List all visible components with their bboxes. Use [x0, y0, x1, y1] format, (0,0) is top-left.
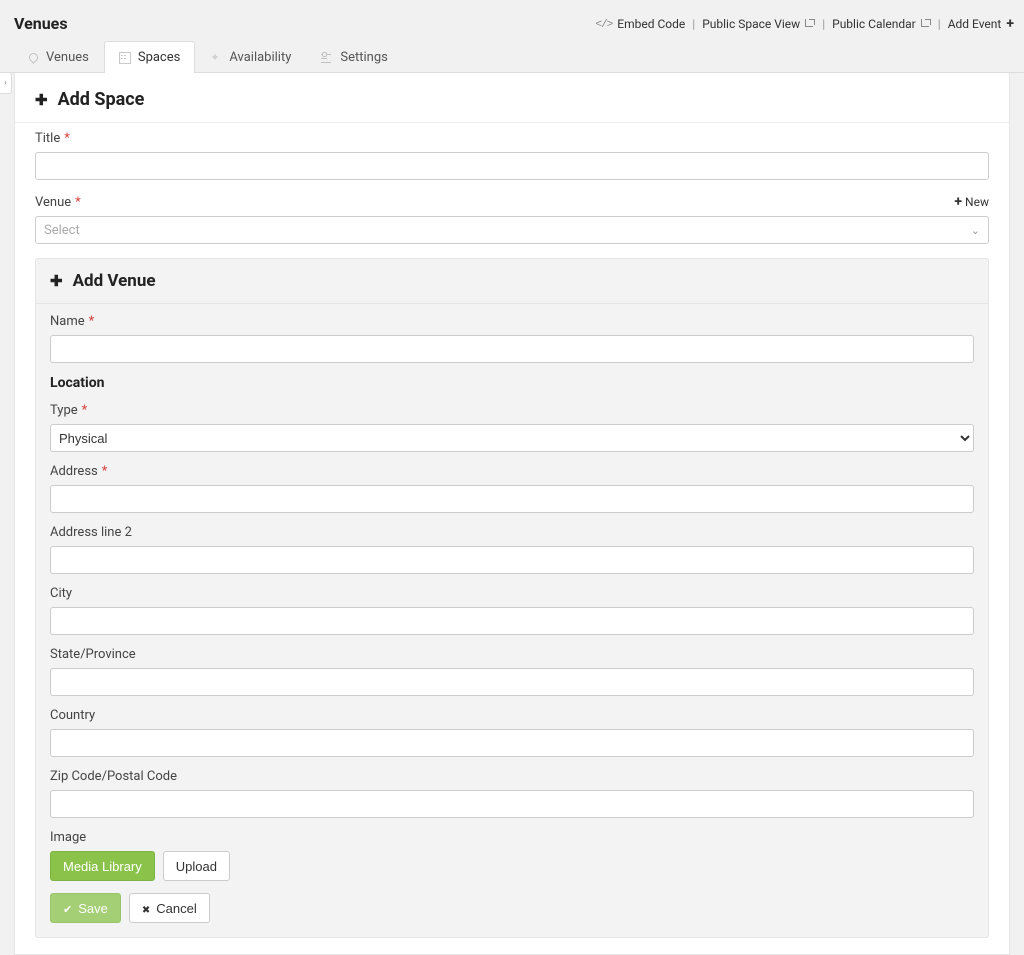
header-actions: Embed Code | Public Space View | Public … — [595, 16, 1014, 31]
required-mark: * — [102, 464, 108, 479]
tab-venues[interactable]: Venues — [12, 41, 104, 73]
public-space-label: Public Space View — [702, 17, 800, 31]
cancel-button[interactable]: Cancel — [129, 893, 210, 923]
required-mark: * — [82, 403, 88, 418]
settings-icon — [321, 52, 333, 64]
address2-label: Address line 2 — [50, 525, 974, 540]
state-label-text: State/Province — [50, 647, 136, 662]
zip-label: Zip Code/Postal Code — [50, 769, 974, 784]
building-icon — [119, 52, 131, 64]
add-space-card: Add Space Title * Venue * New — [14, 73, 1010, 955]
save-button[interactable]: Save — [50, 893, 121, 923]
tab-settings[interactable]: Settings — [306, 41, 402, 73]
zip-label-text: Zip Code/Postal Code — [50, 769, 177, 784]
venue-label-text: Venue — [35, 195, 71, 210]
add-venue-panel: Add Venue Name * Location Type * — [35, 258, 989, 938]
title-label: Title * — [35, 131, 989, 146]
add-event-link[interactable]: Add Event — [948, 17, 1014, 31]
tab-label: Availability — [229, 50, 291, 65]
address2-input[interactable] — [50, 546, 974, 574]
new-label: New — [965, 195, 989, 209]
title-input[interactable] — [35, 152, 989, 180]
city-label: City — [50, 586, 974, 601]
country-input[interactable] — [50, 729, 974, 757]
tab-label: Venues — [46, 50, 89, 65]
tab-label: Spaces — [138, 50, 181, 65]
zip-input[interactable] — [50, 790, 974, 818]
plus-icon — [35, 89, 48, 110]
title-label-text: Title — [35, 131, 60, 146]
add-venue-heading: Add Venue — [36, 259, 988, 304]
public-space-view-link[interactable]: Public Space View — [702, 17, 815, 31]
add-space-heading: Add Space — [15, 77, 1009, 123]
address2-label-text: Address line 2 — [50, 525, 132, 540]
tab-availability[interactable]: Availability — [195, 41, 306, 73]
availability-icon — [210, 52, 222, 64]
external-link-icon — [921, 19, 931, 29]
address-input[interactable] — [50, 485, 974, 513]
pin-icon — [27, 52, 39, 64]
public-calendar-link[interactable]: Public Calendar — [832, 17, 931, 31]
venue-select-placeholder: Select — [44, 223, 80, 238]
chevron-down-icon: ⌄ — [971, 224, 980, 237]
cancel-label: Cancel — [156, 901, 196, 916]
add-venue-heading-text: Add Venue — [73, 271, 156, 291]
plus-icon — [50, 271, 63, 291]
state-label: State/Province — [50, 647, 974, 662]
name-label: Name * — [50, 314, 974, 329]
location-heading: Location — [50, 375, 974, 391]
address-label: Address * — [50, 464, 974, 479]
upload-button[interactable]: Upload — [163, 851, 230, 881]
separator: | — [822, 17, 825, 31]
type-label: Type * — [50, 403, 974, 418]
required-mark: * — [89, 314, 95, 329]
required-mark: * — [64, 131, 70, 146]
media-library-button[interactable]: Media Library — [50, 851, 155, 881]
type-select[interactable]: Physical — [50, 424, 974, 452]
name-label-text: Name — [50, 314, 85, 329]
new-venue-button[interactable]: New — [954, 194, 989, 210]
plus-icon — [1006, 17, 1014, 31]
sidebar-expand-toggle[interactable]: › — [0, 72, 12, 94]
tabs: Venues Spaces Availability Settings — [0, 41, 1024, 73]
separator: | — [938, 17, 941, 31]
venue-label: Venue * — [35, 195, 81, 210]
city-label-text: City — [50, 586, 72, 601]
add-space-heading-text: Add Space — [58, 89, 145, 110]
country-label-text: Country — [50, 708, 95, 723]
image-label: Image — [50, 830, 974, 845]
address-label-text: Address — [50, 464, 98, 479]
embed-code-link[interactable]: Embed Code — [595, 16, 685, 31]
add-event-label: Add Event — [948, 17, 1002, 31]
city-input[interactable] — [50, 607, 974, 635]
name-input[interactable] — [50, 335, 974, 363]
page-title: Venues — [14, 14, 68, 33]
check-icon — [63, 901, 72, 916]
country-label: Country — [50, 708, 974, 723]
venue-select[interactable]: Select ⌄ — [35, 216, 989, 244]
separator: | — [692, 17, 695, 31]
external-link-icon — [805, 19, 815, 29]
save-label: Save — [78, 901, 108, 916]
state-input[interactable] — [50, 668, 974, 696]
close-icon — [142, 901, 150, 916]
image-label-text: Image — [50, 830, 86, 845]
required-mark: * — [75, 195, 81, 210]
tab-spaces[interactable]: Spaces — [104, 41, 196, 73]
public-calendar-label: Public Calendar — [832, 17, 916, 31]
code-icon — [595, 16, 612, 31]
embed-code-label: Embed Code — [617, 17, 685, 31]
tab-label: Settings — [340, 50, 387, 65]
type-label-text: Type — [50, 403, 78, 418]
